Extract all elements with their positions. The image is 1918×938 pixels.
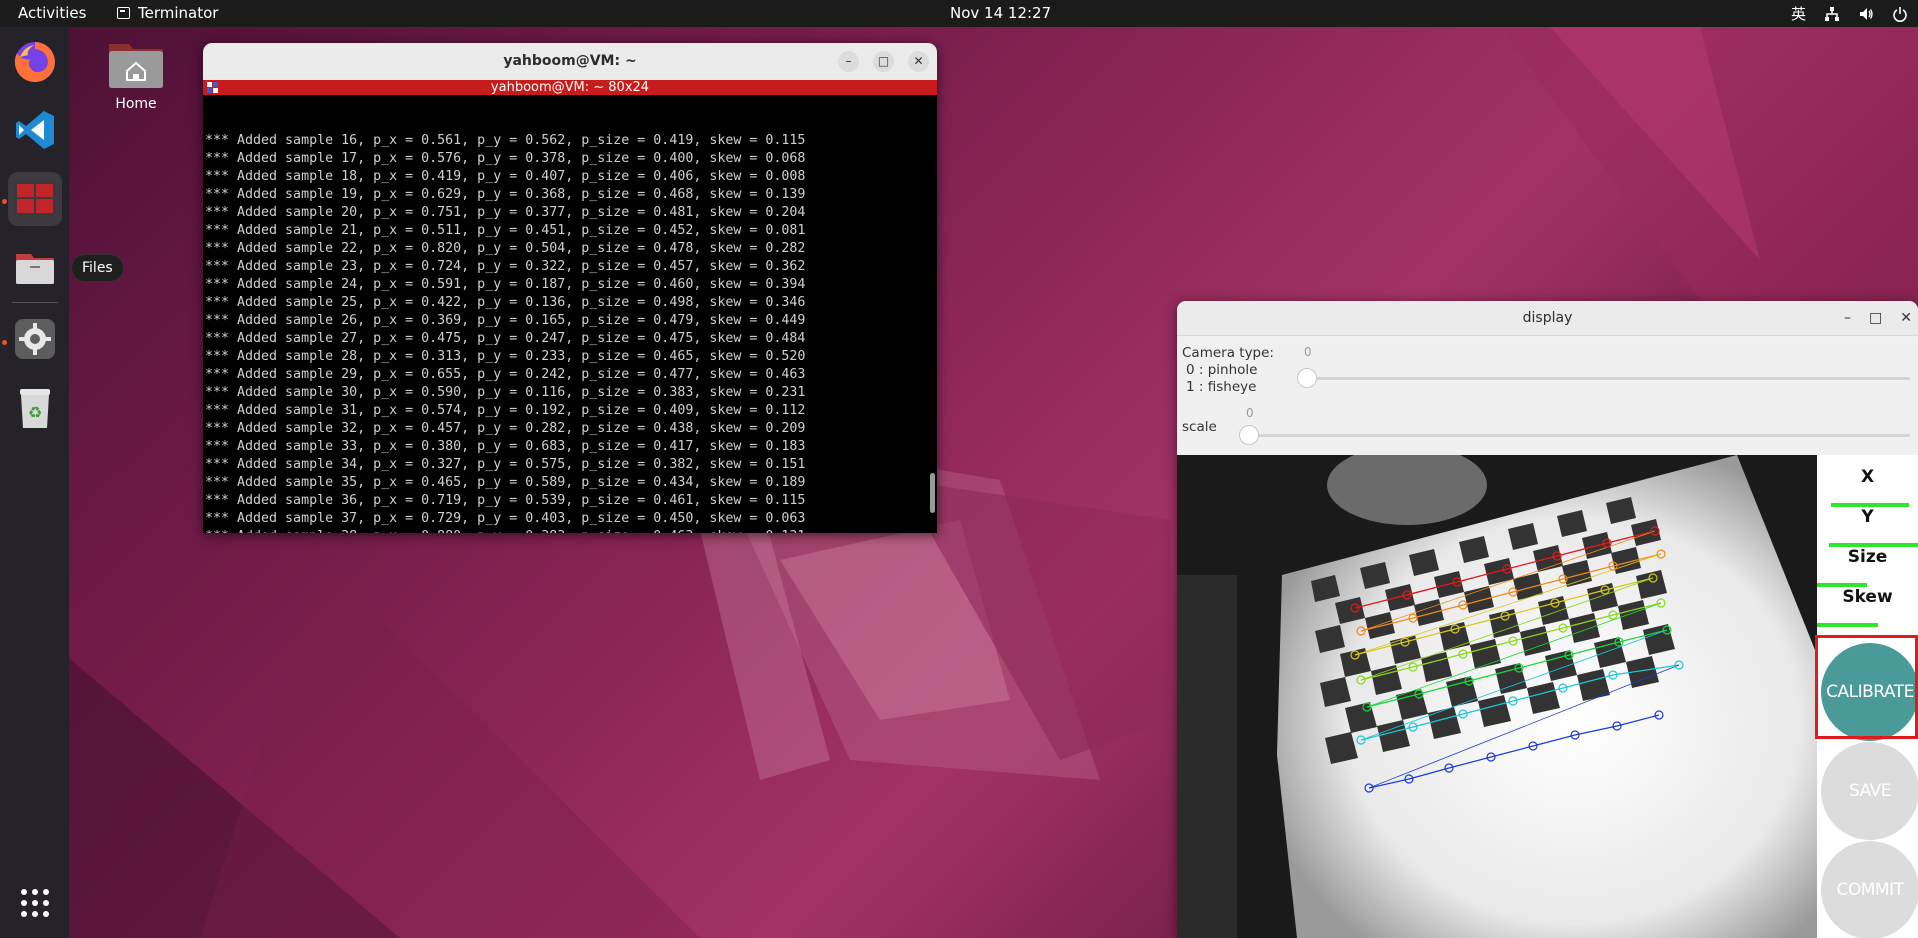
- metric-skew-label: Skew: [1842, 587, 1893, 607]
- terminal-scrollbar[interactable]: [930, 473, 935, 513]
- maximize-button[interactable]: □: [1869, 301, 1882, 336]
- desktop-home-icon[interactable]: Home: [100, 38, 172, 112]
- trash-icon: ♻: [20, 389, 50, 428]
- terminal-line: *** Added sample 31, p_x = 0.574, p_y = …: [205, 403, 806, 418]
- terminal-line: *** Added sample 26, p_x = 0.369, p_y = …: [205, 313, 806, 328]
- commit-button[interactable]: COMMIT: [1821, 841, 1918, 938]
- network-icon: [1825, 6, 1839, 21]
- home-label: Home: [115, 96, 157, 112]
- scale-track[interactable]: [1248, 434, 1910, 437]
- apps-grid-icon: [21, 889, 49, 917]
- terminal-line: *** Added sample 35, p_x = 0.465, p_y = …: [205, 475, 806, 490]
- metric-skew-bar: [1817, 623, 1878, 627]
- terminal-line: *** Added sample 27, p_x = 0.475, p_y = …: [205, 331, 806, 346]
- terminal-title: yahboom@VM: ~: [503, 53, 637, 69]
- terminal-tab-bar[interactable]: yahboom@VM: ~ 80x24: [203, 80, 937, 95]
- metric-x-label: X: [1860, 467, 1875, 487]
- running-indicator: [2, 199, 7, 204]
- app-menu[interactable]: Terminator: [117, 4, 218, 22]
- terminator-grid-icon: [207, 82, 218, 93]
- terminal-window[interactable]: yahboom@VM: ~ – □ ✕ yahboom@VM: ~ 80x24 …: [203, 43, 937, 533]
- metric-size-label: Size: [1847, 547, 1888, 567]
- files-icon: [16, 254, 54, 284]
- power-icon: [1893, 6, 1907, 22]
- terminal-subtitle: yahboom@VM: ~ 80x24: [490, 80, 650, 95]
- calibrate-highlight-box: [1815, 635, 1918, 739]
- dock-vscode[interactable]: [8, 103, 62, 157]
- terminal-line: *** Added sample 34, p_x = 0.327, p_y = …: [205, 457, 806, 472]
- terminal-line: *** Added sample 37, p_x = 0.729, p_y = …: [205, 511, 806, 526]
- firefox-icon: [14, 42, 55, 82]
- metric-y-label: Y: [1861, 507, 1874, 527]
- svg-text:♻: ♻: [28, 403, 42, 422]
- maximize-button[interactable]: □: [873, 51, 894, 72]
- terminal-line: *** Added sample 24, p_x = 0.591, p_y = …: [205, 277, 806, 292]
- dock-settings[interactable]: [8, 312, 62, 366]
- terminator-icon: [117, 7, 130, 19]
- display-titlebar[interactable]: display – □ ✕: [1177, 301, 1918, 336]
- display-title: display: [1522, 310, 1573, 326]
- minimize-button[interactable]: –: [1844, 301, 1851, 336]
- camera-type-value: 0: [1304, 345, 1312, 359]
- scale-value: 0: [1246, 406, 1254, 420]
- camera-image: [1177, 455, 1817, 938]
- terminal-line: *** Added sample 22, p_x = 0.820, p_y = …: [205, 241, 806, 256]
- dock-firefox[interactable]: [8, 35, 62, 89]
- camera-type-label: Camera type:: [1182, 345, 1274, 361]
- terminal-line: *** Added sample 21, p_x = 0.511, p_y = …: [205, 223, 806, 238]
- terminal-line: *** Added sample 38, p_x = 0.880, p_y = …: [205, 528, 937, 533]
- camera-type-option-pinhole: 0 : pinhole: [1186, 362, 1258, 378]
- camera-type-option-fisheye: 1 : fisheye: [1186, 379, 1257, 395]
- scale-label: scale: [1182, 419, 1217, 435]
- terminal-line: *** Added sample 19, p_x = 0.629, p_y = …: [205, 187, 806, 202]
- terminal-line: *** Added sample 20, p_x = 0.751, p_y = …: [205, 205, 806, 220]
- dock-tooltip: Files: [71, 254, 124, 282]
- save-button[interactable]: SAVE: [1821, 742, 1918, 840]
- terminal-line: *** Added sample 28, p_x = 0.313, p_y = …: [205, 349, 806, 364]
- scale-slider-thumb[interactable]: [1239, 425, 1259, 445]
- vscode-icon: [16, 111, 54, 149]
- app-name-label: Terminator: [138, 4, 219, 22]
- terminal-line: *** Added sample 17, p_x = 0.576, p_y = …: [205, 151, 806, 166]
- dock-separator: [12, 302, 58, 303]
- volume-icon: [1860, 7, 1873, 20]
- terminal-titlebar[interactable]: yahboom@VM: ~ – □ ✕: [203, 43, 937, 80]
- terminal-line: *** Added sample 33, p_x = 0.380, p_y = …: [205, 439, 806, 454]
- minimize-button[interactable]: –: [838, 51, 859, 72]
- terminal-output[interactable]: *** Added sample 16, p_x = 0.561, p_y = …: [203, 95, 937, 533]
- top-bar: Activities Terminator Nov 14 12:27 英: [0, 0, 1918, 27]
- dock: ♻: [0, 27, 69, 938]
- running-indicator: [2, 340, 7, 345]
- close-button[interactable]: ✕: [1900, 301, 1912, 336]
- home-folder-icon: [107, 38, 165, 90]
- system-tray[interactable]: 英: [1791, 3, 1908, 24]
- camera-type-track[interactable]: [1306, 377, 1910, 380]
- terminator-icon: [14, 181, 56, 217]
- clock[interactable]: Nov 14 12:27: [950, 4, 1051, 22]
- close-button[interactable]: ✕: [908, 51, 929, 72]
- dock-files[interactable]: [8, 241, 62, 295]
- show-apps-button[interactable]: [8, 876, 62, 930]
- dock-terminator[interactable]: [8, 172, 62, 226]
- terminal-line: *** Added sample 25, p_x = 0.422, p_y = …: [205, 295, 806, 310]
- terminal-line: *** Added sample 16, p_x = 0.561, p_y = …: [205, 133, 806, 148]
- settings-gear-icon: [15, 319, 55, 359]
- terminal-line: *** Added sample 18, p_x = 0.419, p_y = …: [205, 169, 806, 184]
- input-method-indicator[interactable]: 英: [1791, 3, 1806, 24]
- display-window[interactable]: display – □ ✕ Camera type: 0 : pinhole 1…: [1177, 301, 1918, 938]
- terminal-line: *** Added sample 30, p_x = 0.590, p_y = …: [205, 385, 806, 400]
- camera-type-slider-thumb[interactable]: [1297, 368, 1317, 388]
- terminal-line: *** Added sample 23, p_x = 0.724, p_y = …: [205, 259, 806, 274]
- terminal-line: *** Added sample 36, p_x = 0.719, p_y = …: [205, 493, 806, 508]
- terminal-line: *** Added sample 32, p_x = 0.457, p_y = …: [205, 421, 806, 436]
- dock-trash[interactable]: ♻: [8, 381, 62, 435]
- terminal-line: *** Added sample 29, p_x = 0.655, p_y = …: [205, 367, 806, 382]
- trackbar-panel: Camera type: 0 : pinhole 1 : fisheye 0 s…: [1177, 337, 1918, 455]
- activities-button[interactable]: Activities: [18, 4, 86, 22]
